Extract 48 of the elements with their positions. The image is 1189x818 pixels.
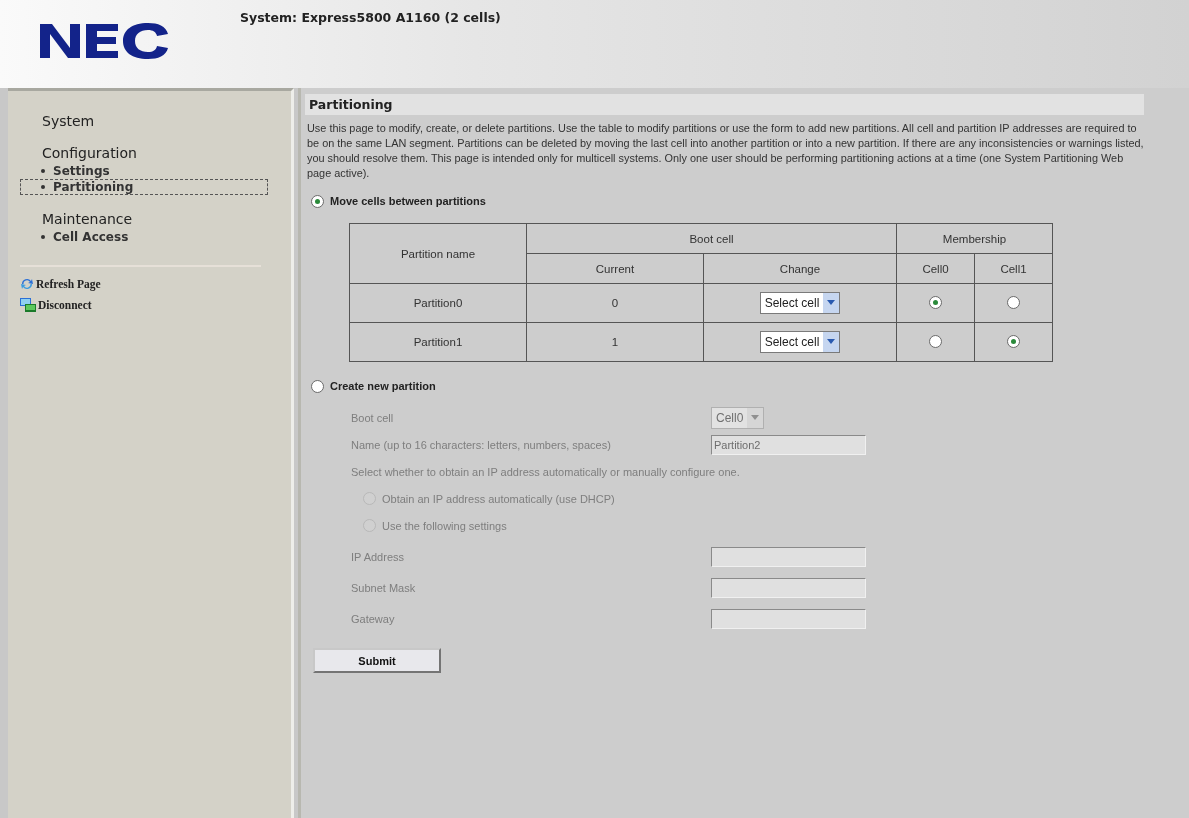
- radio-button[interactable]: [1007, 295, 1020, 309]
- column-header: Change: [703, 253, 897, 284]
- cell-dropdown[interactable]: Select cell: [759, 292, 841, 314]
- option-label: Obtain an IP address automatically (use DHCP): [382, 492, 615, 505]
- option-label: Use the following settings: [382, 519, 507, 532]
- field-label: Gateway: [351, 612, 396, 625]
- refresh-icon: [20, 277, 34, 291]
- table-cell: 1: [526, 322, 704, 362]
- radio-button[interactable]: [929, 295, 942, 309]
- column-header: Membership: [896, 223, 1053, 254]
- caret-icon: [747, 407, 764, 428]
- caret-icon: [823, 332, 840, 352]
- nav-section-title: Maintenance: [41, 211, 134, 227]
- column-header: Boot cell: [526, 223, 897, 254]
- bullet-icon: [41, 169, 45, 173]
- column-header: Current: [526, 253, 704, 284]
- table-cell: Partition1: [349, 322, 527, 362]
- column-header: Partition name: [349, 223, 527, 284]
- field-label: Boot cell: [351, 411, 395, 424]
- nav-link[interactable]: Settings: [20, 163, 268, 179]
- table-cell: 0: [526, 283, 704, 323]
- computer-icon: [20, 298, 36, 312]
- radio-button[interactable]: [929, 334, 942, 348]
- nav-section-title: Configuration: [41, 145, 138, 161]
- action-link[interactable]: Disconnect: [38, 299, 92, 311]
- submit-button[interactable]: Submit: [313, 648, 441, 673]
- nav-link[interactable]: Partitioning: [20, 179, 268, 195]
- system-title: System: Express5800 A1160 (2 cells): [240, 9, 501, 27]
- bullet-icon: [41, 185, 45, 189]
- radio-button[interactable]: [1007, 334, 1020, 348]
- option-label: Create new partition: [330, 380, 436, 392]
- field-label: Name (up to 16 characters: letters, numbers, spaces): [351, 438, 612, 451]
- section-heading: Partitioning: [305, 94, 1144, 115]
- nav-section-title: System: [41, 113, 96, 129]
- field-label: Subnet Mask: [351, 581, 417, 594]
- description-paragraph: Use this page to modify, create, or delete partitions. Use the table to modify partitions or use the form to add new partitions. All cell and partition IP addresses are required to be on the same LAN segment. Partitions can be deleted by moving the last cell into another partition or into a new partition. If there are any inconsistencies or warnings listed, you should resolve them. This page is intended only for multicell systems. Only one user should be performing partitioning actions at a time (one System Partitioning Web page active).: [307, 121, 1145, 181]
- bullet-icon: [41, 235, 45, 239]
- caret-icon: [823, 293, 840, 313]
- field-label: IP Address: [351, 550, 405, 563]
- action-link[interactable]: Refresh Page: [36, 278, 101, 290]
- cell-dropdown[interactable]: Select cell: [759, 331, 841, 353]
- table-cell: Partition0: [349, 283, 527, 323]
- nav-link[interactable]: Cell Access: [20, 229, 268, 245]
- column-header: Cell0: [896, 253, 975, 284]
- column-header: Cell1: [974, 253, 1053, 284]
- option-label: Move cells between partitions: [330, 195, 486, 207]
- radio-button[interactable]: [311, 194, 324, 208]
- instruction-text: Select whether to obtain an IP address automatically or manually configure one.: [351, 465, 740, 478]
